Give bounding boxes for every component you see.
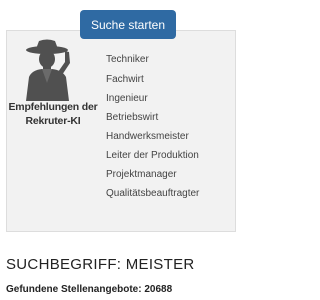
job-item-ingenieur[interactable]: Ingenieur — [106, 89, 199, 108]
job-item-qualitaetsbeauftragter[interactable]: Qualitätsbeauftragter — [106, 184, 199, 203]
job-item-projektmanager[interactable]: Projektmanager — [106, 165, 199, 184]
job-item-techniker[interactable]: Techniker — [106, 50, 199, 70]
job-recommendation-list: Techniker Fachwirt Ingenieur Betriebswir… — [106, 50, 199, 203]
found-jobs-count: Gefundene Stellenangebote: 20688 — [6, 284, 173, 295]
recommendation-caption: Empfehlungen der Rekruter-KI — [8, 100, 98, 128]
search-start-button[interactable]: Suche starten — [80, 10, 176, 39]
job-item-betriebswirt[interactable]: Betriebswirt — [106, 108, 199, 127]
agent-avatar-icon — [20, 39, 78, 101]
job-item-handwerksmeister[interactable]: Handwerksmeister — [106, 127, 199, 146]
job-item-fachwirt[interactable]: Fachwirt — [106, 70, 199, 89]
recommendation-caption-line2: Rekruter-KI — [25, 115, 81, 127]
search-term-heading: SUCHBEGRIFF: MEISTER — [6, 256, 195, 273]
job-item-leiter-der-produktion[interactable]: Leiter der Produktion — [106, 146, 199, 165]
recommendation-caption-line1: Empfehlungen der — [8, 101, 98, 113]
